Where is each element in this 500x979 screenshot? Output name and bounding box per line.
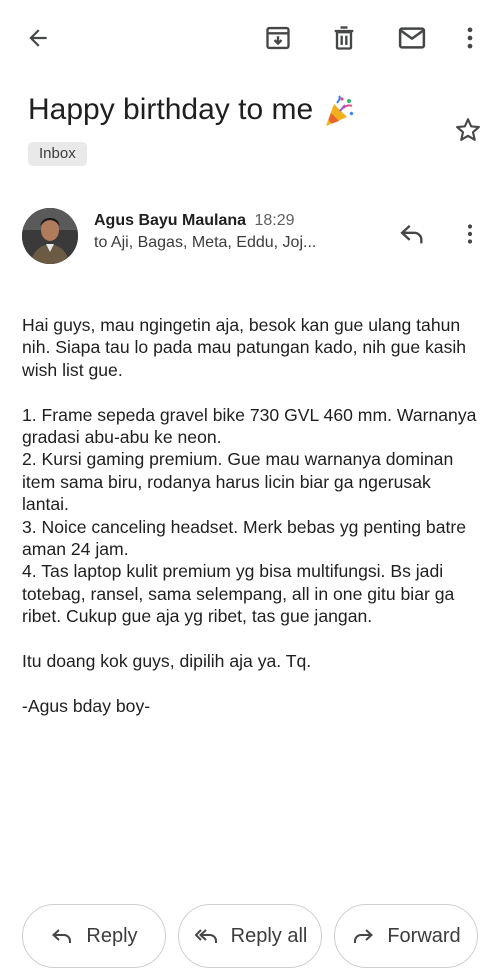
top-app-bar	[0, 0, 500, 78]
header-more-button[interactable]	[450, 216, 490, 256]
body-paragraph: -Agus bday boy-	[22, 695, 151, 716]
reply-icon	[50, 924, 74, 948]
body-paragraph	[22, 628, 478, 650]
body-paragraph: 3. Noice canceling headset. Merk bebas y…	[22, 516, 467, 560]
subject-row: Happy birthday to me	[28, 90, 448, 134]
header-reply-button[interactable]	[390, 216, 434, 256]
star-outline-icon	[454, 116, 482, 149]
sender-info[interactable]: Agus Bayu Maulana 18:29 to Aji, Bagas, M…	[94, 211, 384, 253]
reply-all-button[interactable]: Reply all	[178, 904, 322, 968]
body-paragraph	[22, 672, 478, 694]
avatar[interactable]	[22, 208, 78, 264]
body-paragraph: 1. Frame sepeda gravel bike 730 GVL 460 …	[22, 404, 477, 448]
recipients-summary[interactable]: to Aji, Bagas, Meta, Eddu, Joj...	[94, 233, 384, 253]
forward-button[interactable]: Forward	[334, 904, 478, 968]
body-paragraph	[22, 381, 478, 403]
email-body: Hai guys, mau ngingetin aja, besok kan g…	[22, 314, 478, 717]
body-paragraph: Hai guys, mau ngingetin aja, besok kan g…	[22, 315, 467, 380]
body-paragraph: 2. Kursi gaming premium. Gue mau warnany…	[22, 449, 454, 515]
more-options-button[interactable]	[448, 16, 492, 60]
email-time: 18:29	[254, 212, 295, 229]
body-paragraph: Itu doang kok guys, dipilih aja ya. Tq.	[22, 651, 312, 672]
archive-icon	[264, 24, 292, 52]
reply-all-button-label: Reply all	[230, 924, 308, 947]
reply-button[interactable]: Reply	[22, 904, 166, 968]
email-subject: Happy birthday to me	[28, 93, 314, 126]
more-vertical-icon	[458, 222, 482, 251]
reply-button-label: Reply	[86, 924, 138, 947]
more-vertical-icon	[457, 25, 483, 51]
archive-button[interactable]	[256, 16, 300, 60]
body-paragraph: 4. Tas laptop kulit premium yg bisa mult…	[22, 561, 455, 627]
party-popper-icon	[322, 95, 356, 134]
sender-name: Agus Bayu Maulana	[94, 212, 247, 229]
trash-icon	[330, 24, 358, 52]
mail-icon	[397, 23, 427, 53]
forward-button-label: Forward	[387, 924, 461, 947]
back-button[interactable]	[16, 16, 60, 60]
mark-unread-button[interactable]	[390, 16, 434, 60]
arrow-left-icon	[25, 25, 51, 51]
star-button[interactable]	[448, 112, 488, 152]
delete-button[interactable]	[322, 16, 366, 60]
forward-icon	[351, 924, 375, 948]
label-chip-inbox[interactable]: Inbox	[28, 142, 87, 166]
reply-all-icon	[193, 924, 219, 948]
reply-icon	[398, 220, 426, 253]
